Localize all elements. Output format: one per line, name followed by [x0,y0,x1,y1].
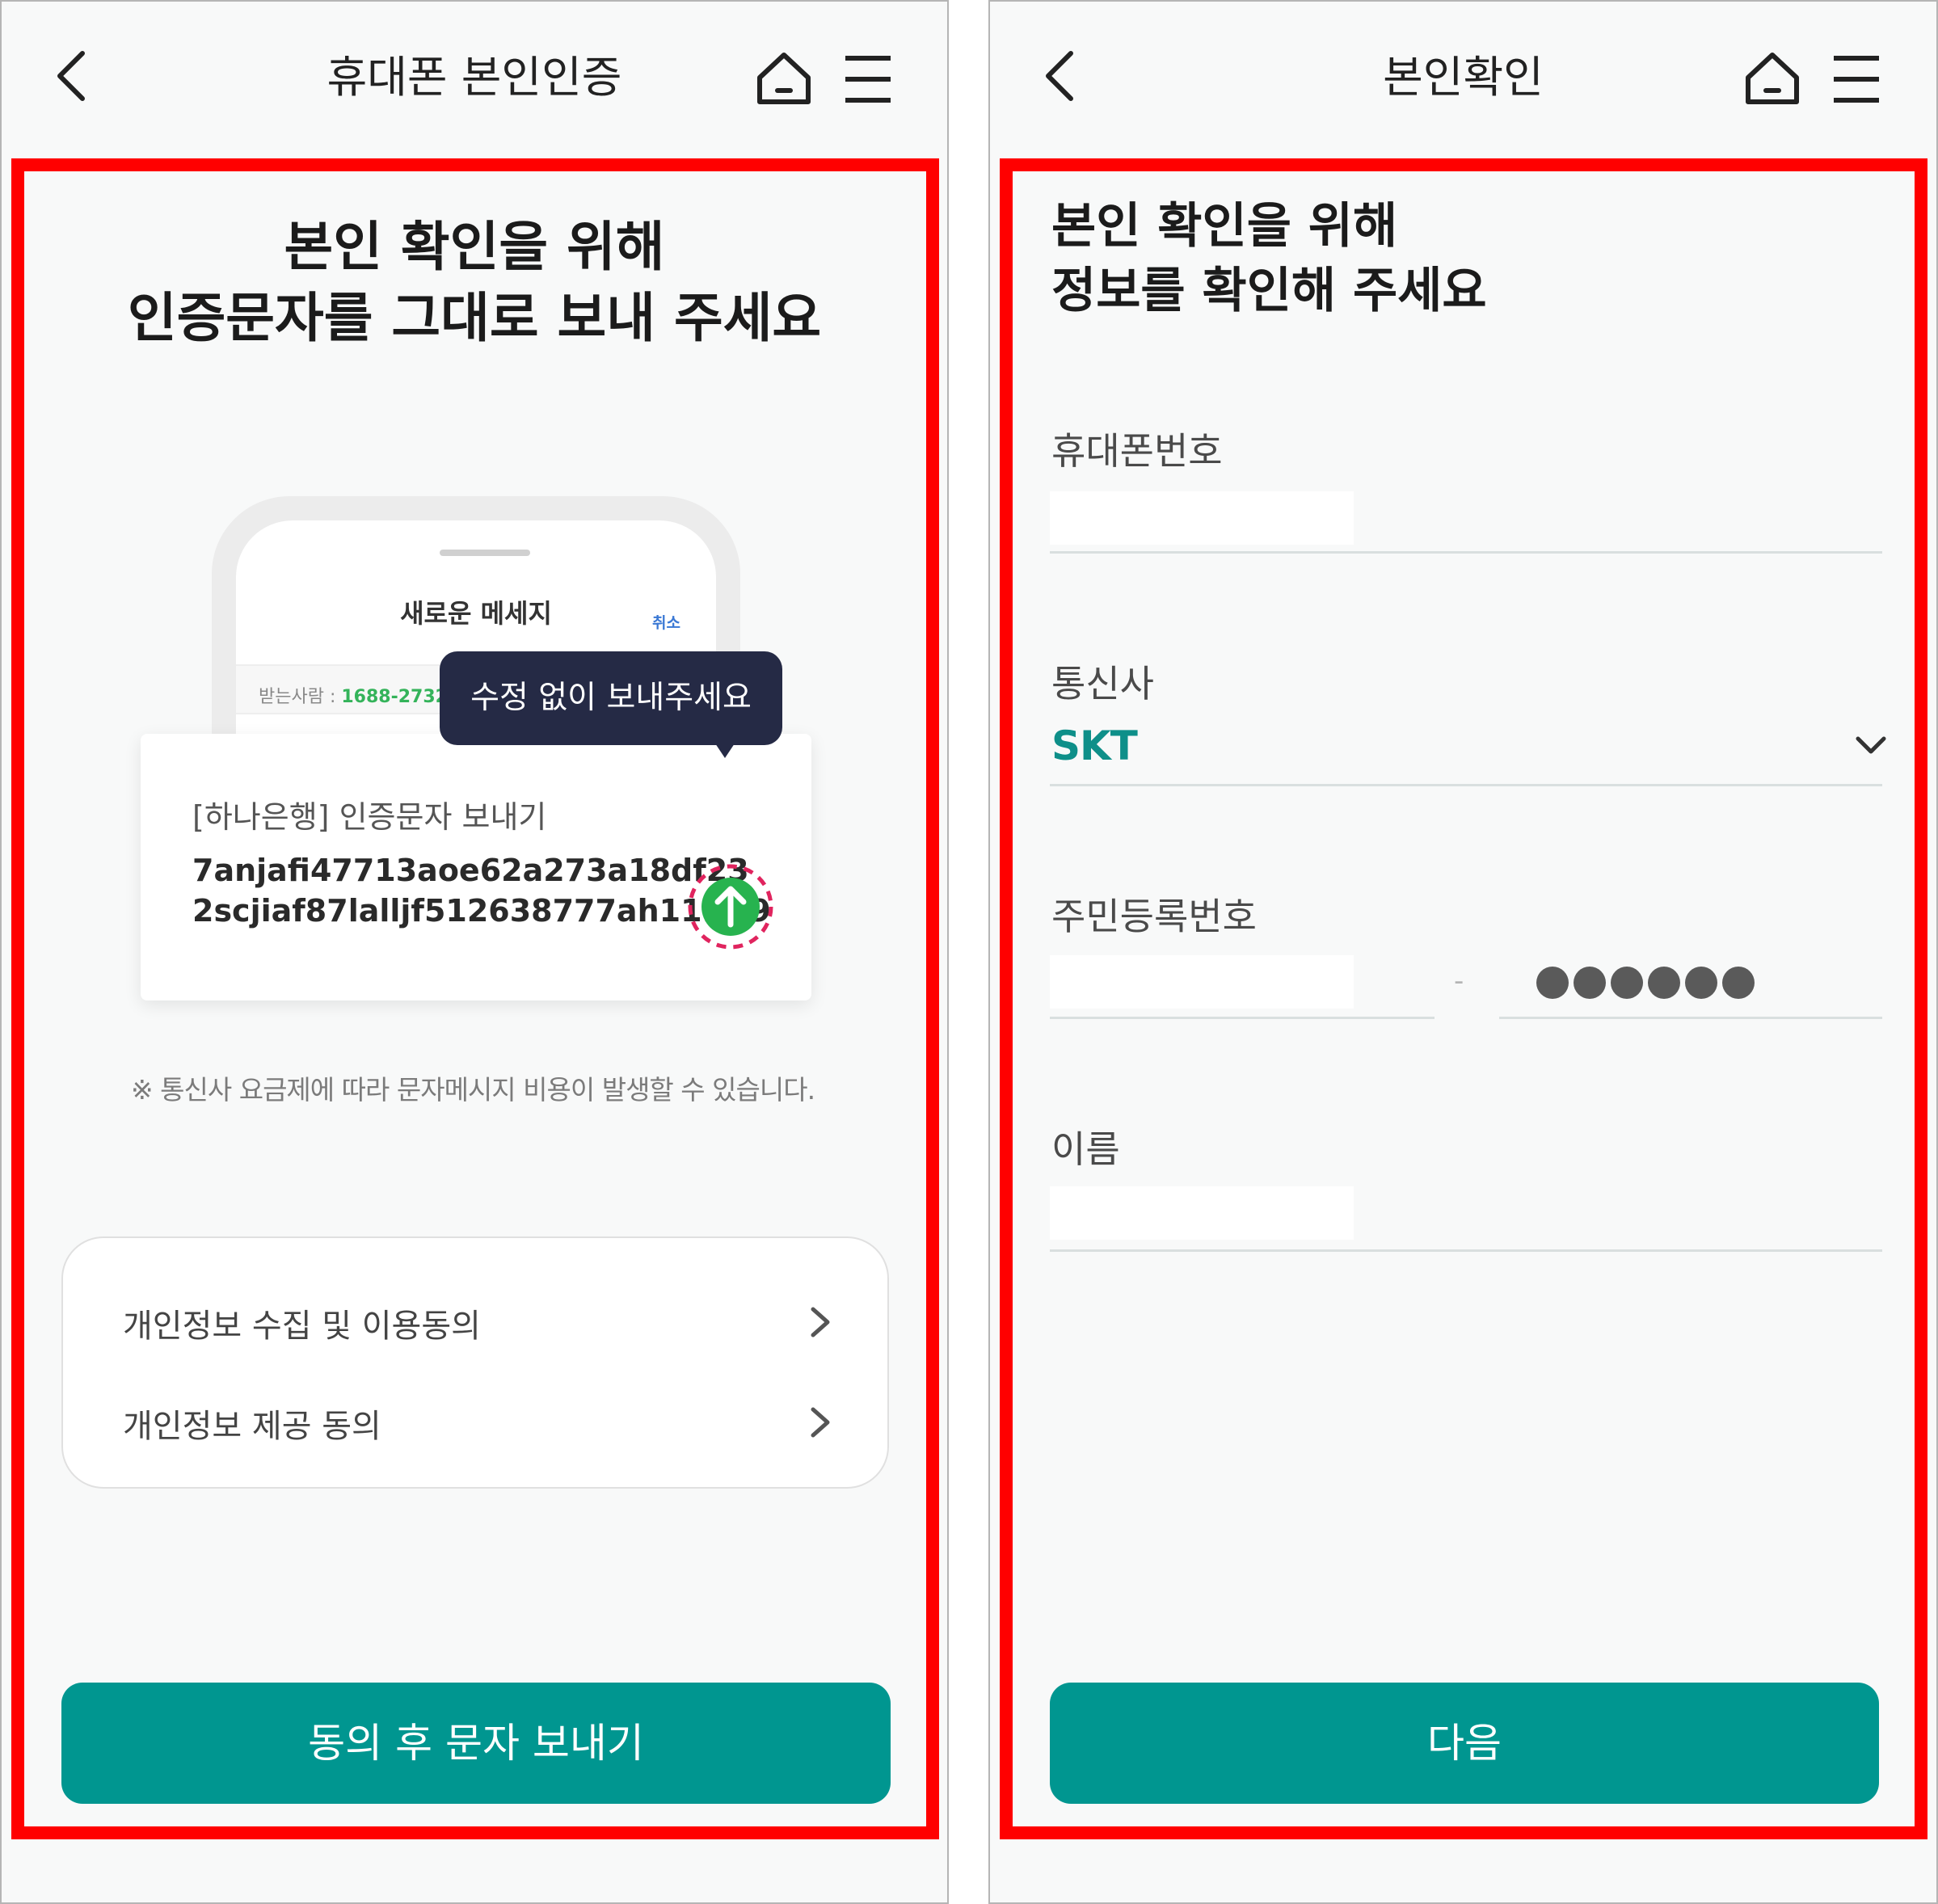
tooltip: 수정 없이 보내주세요 [440,651,782,745]
recipient-label: 받는사람 : [259,687,342,707]
phone-number-label: 휴대폰번호 [1051,429,1223,473]
identity-confirmation-screen: 본인확인 본인 확인을 위해 정보를 확인해 주세요 휴대폰번호 통신사 SKT [988,0,1938,1904]
phone-notch [440,550,530,556]
carrier-selected-value: SKT [1051,722,1138,769]
masked-digit-dot [1611,967,1643,999]
masked-digit-dot [1574,967,1606,999]
send-sms-button[interactable] [685,861,776,952]
sms-message-card: [하나은행] 인증문자 보내기 7anjafi47713aoe62a273a18… [141,734,811,1000]
name-label: 이름 [1051,1127,1120,1171]
ssn-front-underline [1050,1017,1435,1019]
agreement-item-provision[interactable]: 개인정보 제공 동의 [123,1382,842,1463]
masked-digit-dot [1648,967,1680,999]
phone-number-underline [1050,551,1882,554]
instruction-heading: 본인 확인을 위해 인증문자를 그대로 보내 주세요 [2,212,947,354]
ssn-label: 주민등록번호 [1051,895,1257,938]
heading-line-1: 본인 확인을 위해 [284,216,665,278]
home-icon [757,53,811,104]
chevron-down-icon [1856,736,1886,754]
agreement-label: 개인정보 제공 동의 [123,1408,381,1445]
tooltip-tail [715,743,735,758]
form-heading: 본인 확인을 위해 정보를 확인해 주세요 [1051,194,1487,323]
home-button[interactable] [753,48,815,110]
top-app-bar: 휴대폰 본인인증 [2,2,947,155]
phone-number-input[interactable] [1050,491,1354,545]
carrier-underline [1050,784,1882,786]
name-underline [1050,1249,1882,1252]
agreement-box: 개인정보 수집 및 이용동의 개인정보 제공 동의 [61,1236,889,1489]
agreement-item-collection[interactable]: 개인정보 수집 및 이용동의 [123,1282,842,1363]
carrier-label: 통신사 [1051,662,1154,706]
sms-cost-note: ※ 통신사 요금제에 따라 문자메시지 비용이 발생할 수 있습니다. [131,1074,815,1106]
chevron-right-icon [811,1407,830,1438]
sms-verification-code: 7anjafi47713aoe62a273a18df23 2scjiaf87la… [192,850,771,931]
home-icon [1746,53,1799,104]
masked-digit-dot [1685,967,1717,999]
sms-message-label: [하나은행] 인증문자 보내기 [192,799,547,835]
ssn-front-input[interactable] [1050,955,1354,1009]
top-app-bar: 본인확인 [990,2,1936,155]
recipient-number: 1688-2732 [341,687,448,707]
phone-verification-screen: 휴대폰 본인인증 본인 확인을 위해 인증문자를 그대로 보내 주세요 새로운 … [0,0,949,1904]
phone-cancel-label: 취소 [652,614,680,632]
agreement-label: 개인정보 수집 및 이용동의 [123,1308,481,1345]
masked-digit-dot [1536,967,1569,999]
heading-line-1: 본인 확인을 위해 [1051,198,1398,255]
heading-line-2: 정보를 확인해 주세요 [1051,263,1487,319]
ssn-dash: - [1454,965,1464,997]
menu-button[interactable] [839,50,897,108]
hamburger-menu-icon [1834,56,1879,103]
ssn-back-masked-input[interactable] [1536,967,1755,1002]
code-line-2: 2scjiaf87lalljf512638777ah11fef9 [192,893,771,929]
upload-arrow-icon [688,864,773,950]
home-button[interactable] [1742,48,1803,110]
ssn-back-underline [1499,1017,1882,1019]
phone-message-title: 새로운 메세지 [400,598,552,629]
next-button[interactable]: 다음 [1050,1683,1879,1804]
heading-line-2: 인증문자를 그대로 보내 주세요 [127,287,822,349]
agree-and-send-button[interactable]: 동의 후 문자 보내기 [61,1683,891,1804]
code-line-1: 7anjafi47713aoe62a273a18df23 [192,853,749,888]
chevron-right-icon [811,1307,830,1337]
hamburger-menu-icon [845,56,891,103]
menu-button[interactable] [1827,50,1885,108]
name-input[interactable] [1050,1186,1354,1240]
masked-digit-dot [1722,967,1755,999]
